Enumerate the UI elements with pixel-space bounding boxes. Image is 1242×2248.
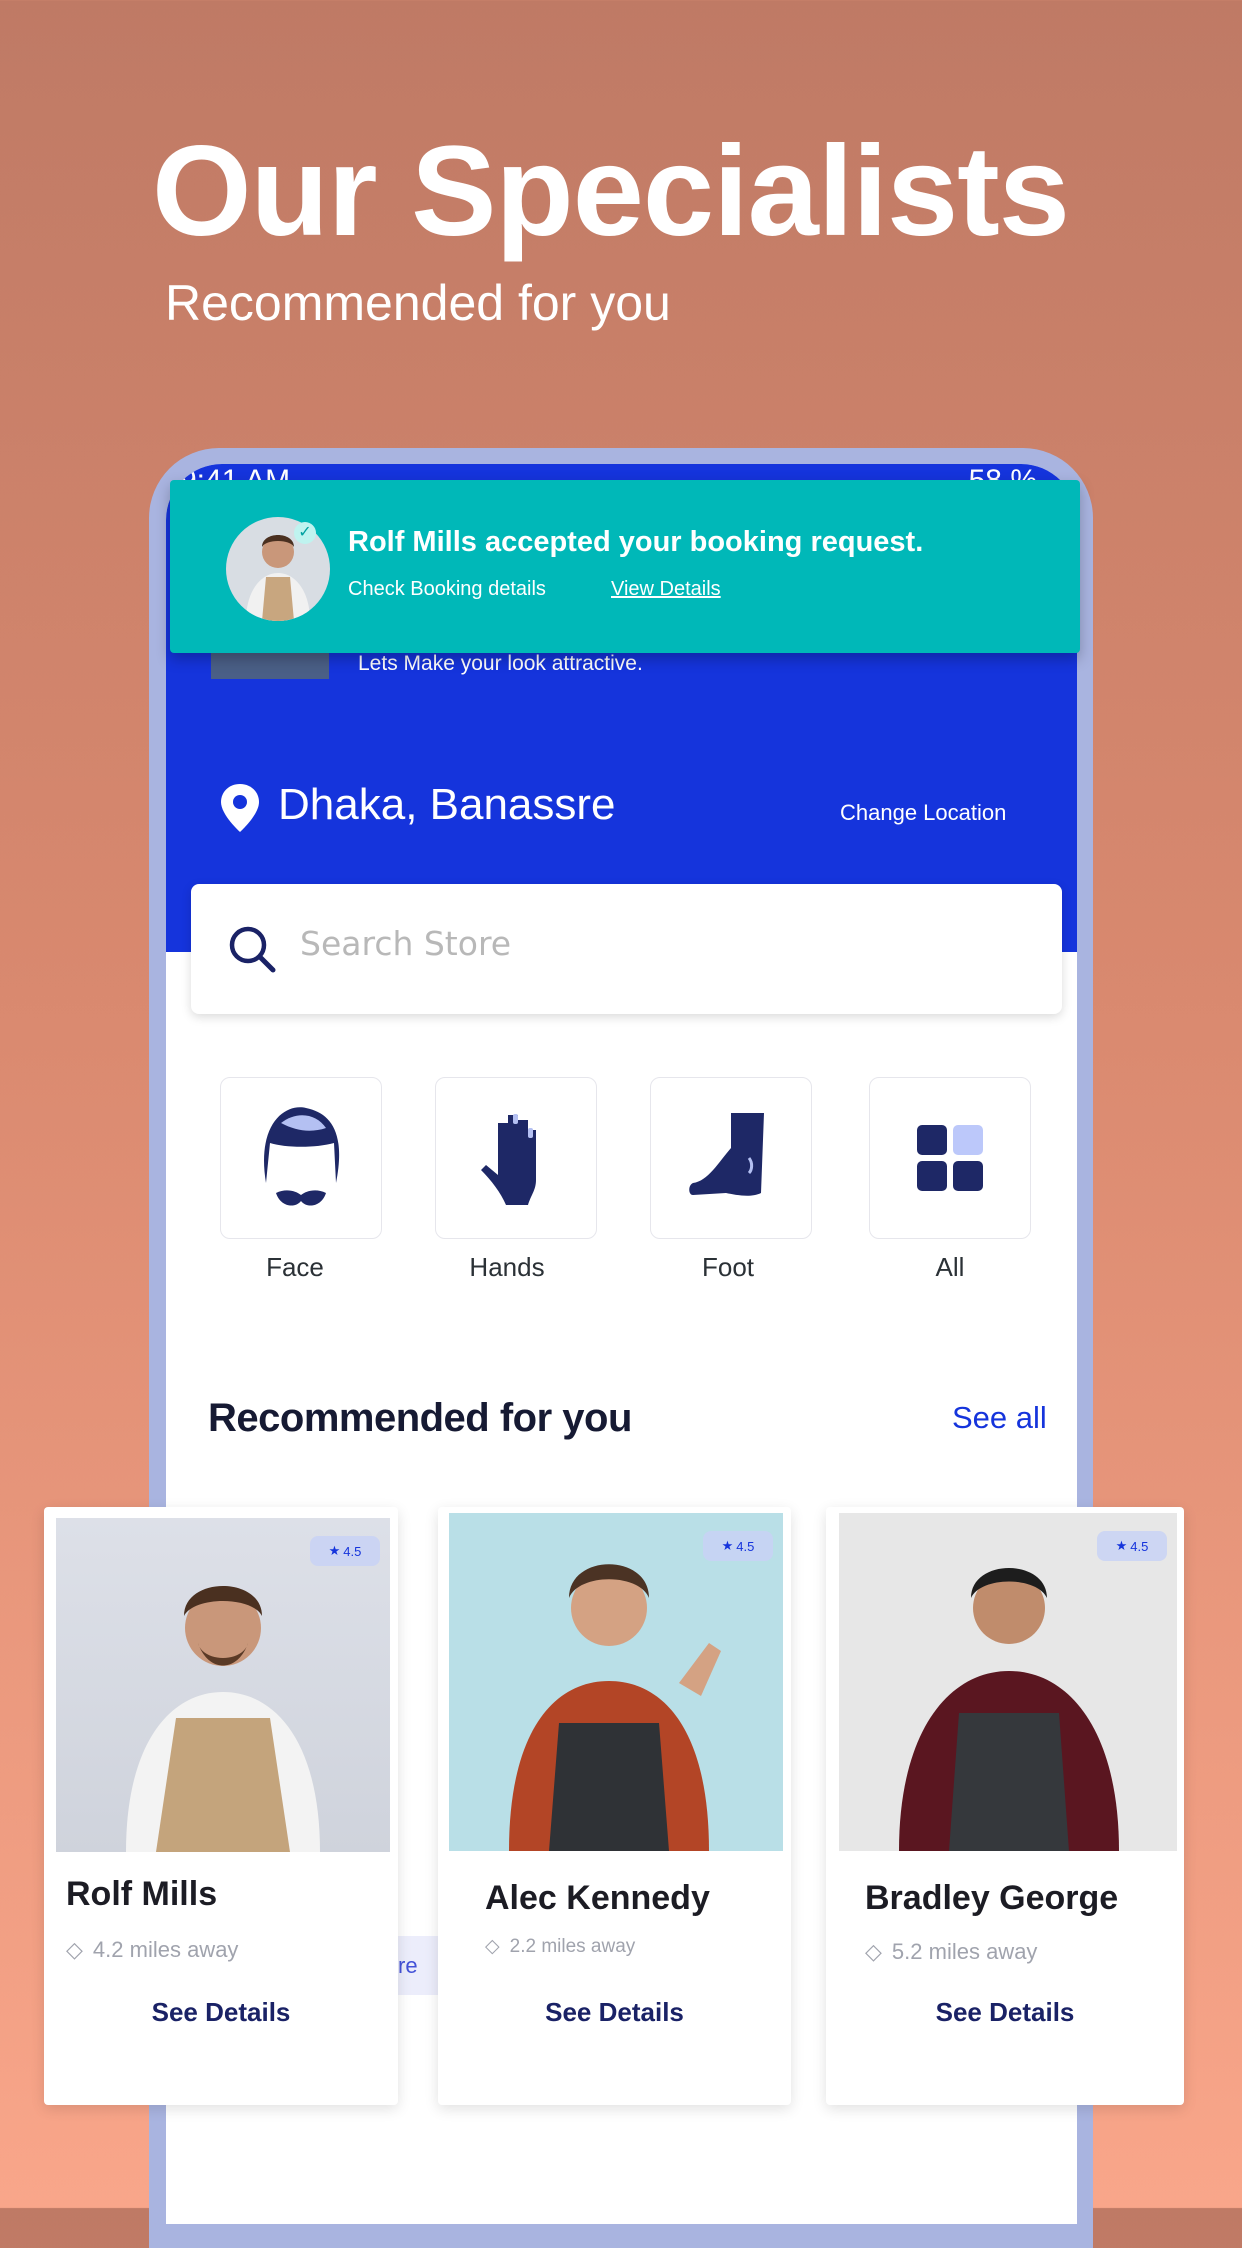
category-face[interactable] bbox=[220, 1077, 382, 1239]
current-location: Dhaka, Banassre bbox=[278, 780, 616, 829]
distance-text: 4.2 miles away bbox=[92, 1937, 239, 1962]
specialist-card[interactable]: ★ 4.5 Alec Kennedy ◇ 2.2 miles away See De… bbox=[438, 1507, 791, 2105]
grid-icon bbox=[917, 1125, 983, 1191]
hero-subtitle: Recommended for you bbox=[165, 275, 671, 331]
hand-icon bbox=[481, 1114, 536, 1205]
rating-badge: ★ 4.5 bbox=[310, 1536, 380, 1566]
category-label: Face bbox=[266, 1252, 324, 1282]
view-details-link[interactable]: View Details bbox=[611, 578, 721, 601]
face-icon bbox=[264, 1107, 340, 1206]
profile-photo bbox=[211, 653, 329, 679]
direction-icon: ◇ bbox=[66, 1937, 83, 1962]
specialist-name: Bradley George bbox=[865, 1879, 1119, 1917]
star-icon: ★ bbox=[721, 1538, 734, 1553]
rating-badge: ★ 4.5 bbox=[1097, 1531, 1167, 1561]
search-bar[interactable] bbox=[191, 884, 1062, 1014]
rating-value: 4.5 bbox=[343, 1543, 362, 1559]
section-title: Recommended for you bbox=[208, 1396, 632, 1440]
specialist-name: Rolf Mills bbox=[66, 1875, 218, 1913]
distance-text: 2.2 miles away bbox=[509, 1935, 636, 1957]
notification-subtitle: Check Booking details bbox=[348, 578, 546, 600]
change-location-link[interactable]: Change Location bbox=[840, 800, 1006, 826]
category-label: All bbox=[935, 1252, 965, 1282]
search-icon bbox=[229, 926, 276, 973]
specialist-name: Alec Kennedy bbox=[485, 1879, 710, 1917]
see-all-link[interactable]: See all bbox=[952, 1400, 1047, 1436]
direction-icon: ◇ bbox=[865, 1939, 882, 1964]
hero-title: Our Specialists bbox=[152, 120, 1070, 263]
specialist-distance: ◇ 5.2 miles away bbox=[865, 1939, 1037, 1965]
category-label: Hands bbox=[469, 1252, 545, 1282]
star-icon: ★ bbox=[1115, 1538, 1128, 1553]
category-all[interactable] bbox=[869, 1077, 1031, 1239]
hidden-card-peek: re bbox=[398, 1936, 438, 1995]
tagline: Lets Make your look attractive. bbox=[358, 652, 643, 675]
specialist-distance: ◇ 2.2 miles away bbox=[485, 1935, 635, 1958]
star-icon: ★ bbox=[328, 1543, 341, 1558]
see-details-button[interactable]: See Details bbox=[826, 1997, 1184, 2028]
category-foot[interactable] bbox=[650, 1077, 812, 1239]
see-details-button[interactable]: See Details bbox=[44, 1997, 398, 2028]
booking-notification[interactable]: ✓ Rolf Mills accepted your booking reque… bbox=[170, 480, 1080, 653]
specialist-photo: ★ 4.5 bbox=[56, 1518, 390, 1852]
specialist-card[interactable]: ★ 4.5 Bradley George ◇ 5.2 miles away See … bbox=[826, 1507, 1184, 2105]
notification-title: Rolf Mills accepted your booking request… bbox=[348, 526, 924, 558]
specialist-card[interactable]: ★ 4.5 Rolf Mills ◇ 4.2 miles away See Deta… bbox=[44, 1507, 398, 2105]
category-label: Foot bbox=[701, 1252, 755, 1282]
see-details-button[interactable]: See Details bbox=[438, 1997, 791, 2028]
foot-icon bbox=[689, 1113, 764, 1196]
rating-badge: ★ 4.5 bbox=[703, 1531, 773, 1561]
specialist-photo: ★ 4.5 bbox=[839, 1513, 1177, 1851]
specialist-distance: ◇ 4.2 miles away bbox=[66, 1937, 238, 1963]
distance-text: 5.2 miles away bbox=[891, 1939, 1038, 1964]
rating-value: 4.5 bbox=[1130, 1538, 1149, 1554]
category-hands[interactable] bbox=[435, 1077, 597, 1239]
search-input[interactable] bbox=[300, 924, 1000, 963]
rating-value: 4.5 bbox=[736, 1538, 755, 1554]
check-icon: ✓ bbox=[294, 522, 316, 544]
direction-icon: ◇ bbox=[485, 1936, 500, 1957]
specialist-photo: ★ 4.5 bbox=[449, 1513, 783, 1851]
location-pin-icon bbox=[221, 784, 259, 832]
